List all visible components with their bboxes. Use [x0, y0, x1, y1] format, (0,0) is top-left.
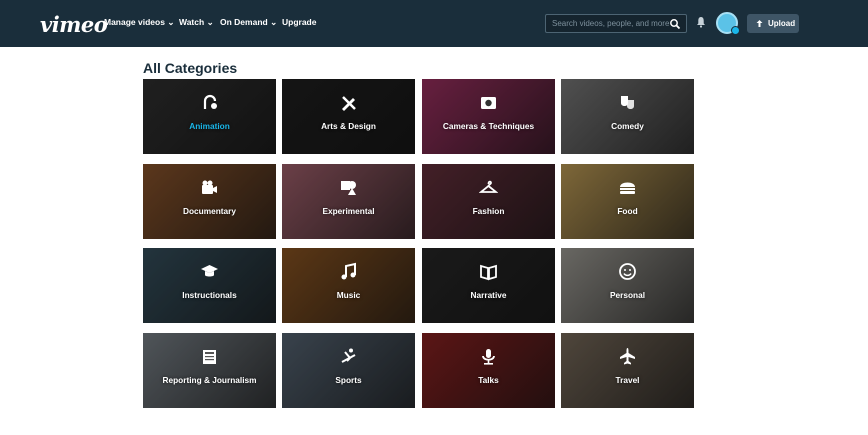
thumbnail-overlay — [282, 333, 415, 408]
newspaper-icon — [203, 350, 216, 364]
category-tile-narrative[interactable]: Narrative — [422, 248, 555, 323]
category-tile-animation[interactable]: Animation — [143, 79, 276, 154]
animation-icon — [203, 94, 217, 109]
thumbnail-overlay — [422, 79, 555, 154]
category-label: Cameras & Techniques — [442, 121, 535, 131]
nav-upgrade[interactable]: Upgrade — [282, 17, 316, 27]
category-label: Comedy — [611, 121, 644, 131]
brush-pencil-icon — [342, 96, 356, 111]
category-tile-comedy[interactable]: Comedy — [561, 79, 694, 154]
thumbnail-overlay — [422, 333, 555, 408]
thumbnail-overlay — [143, 248, 276, 323]
category-label: Travel — [615, 375, 640, 385]
thumbnail-overlay — [143, 164, 276, 239]
upload-icon — [756, 20, 763, 27]
thumbnail-overlay — [282, 164, 415, 239]
categories-grid: Animation Arts & Design Cameras & Techniqu… — [143, 79, 694, 409]
page-title: All Categories — [143, 60, 238, 76]
camera-icon — [481, 97, 496, 109]
category-label: Talks — [478, 375, 499, 385]
chevron-down-icon: ⌄ — [206, 17, 214, 27]
search-icon[interactable] — [669, 18, 681, 30]
category-label: Reporting & Journalism — [162, 375, 257, 385]
chevron-down-icon: ⌄ — [270, 17, 278, 27]
category-label: Animation — [189, 121, 230, 131]
category-tile-music[interactable]: Music — [282, 248, 415, 323]
thumbnail-overlay — [561, 164, 694, 239]
nav-upgrade-label: Upgrade — [282, 17, 317, 27]
upload-button-label: Upload — [768, 19, 796, 28]
thumbnail-overlay — [143, 333, 276, 408]
video-camera-icon — [202, 180, 217, 194]
category-tile-documentary[interactable]: Documentary — [143, 164, 276, 239]
bell-icon[interactable] — [696, 16, 706, 28]
category-label: Arts & Design — [321, 121, 376, 131]
category-label: Narrative — [470, 290, 507, 300]
nav-watch[interactable]: Watch ⌄ — [179, 17, 214, 28]
category-label: Instructionals — [182, 290, 237, 300]
category-tile-arts-and-design[interactable]: Arts & Design — [282, 79, 415, 154]
thumbnail-overlay — [561, 333, 694, 408]
search-placeholder: Search videos, people, and more — [552, 19, 670, 28]
category-tile-instructionals[interactable]: Instructionals — [143, 248, 276, 323]
vimeo-logo[interactable]: vimeo — [40, 12, 108, 37]
nav-on-demand[interactable]: On Demand ⌄ — [220, 17, 277, 28]
category-label: Documentary — [182, 206, 237, 216]
thumbnail-overlay — [422, 164, 555, 239]
airplane-icon — [620, 348, 635, 365]
category-tile-personal[interactable]: Personal — [561, 248, 694, 323]
thumbnail-overlay — [422, 248, 555, 323]
category-tile-talks[interactable]: Talks — [422, 333, 555, 408]
hanger-icon — [479, 180, 498, 193]
theater-masks-icon — [621, 96, 634, 109]
nav-manage-videos-label: Manage videos — [104, 17, 165, 27]
category-tile-food[interactable]: Food — [561, 164, 694, 239]
category-tile-fashion[interactable]: Fashion — [422, 164, 555, 239]
category-tile-experimental[interactable]: Experimental — [282, 164, 415, 239]
burger-icon — [620, 182, 635, 194]
category-tile-sports[interactable]: Sports — [282, 333, 415, 408]
microphone-icon — [482, 349, 495, 365]
top-navigation-bar: vimeo Manage videos ⌄ Watch ⌄ On Demand … — [0, 0, 868, 47]
category-label: Food — [617, 206, 638, 216]
chevron-down-icon: ⌄ — [167, 17, 175, 27]
avatar-status-icon — [731, 26, 740, 35]
thumbnail-overlay — [143, 79, 276, 154]
category-tile-reporting-and-journalism[interactable]: Reporting & Journalism — [143, 333, 276, 408]
thumbnail-overlay — [282, 248, 415, 323]
nav-manage-videos[interactable]: Manage videos ⌄ — [104, 17, 174, 28]
category-tile-cameras-and-techniques[interactable]: Cameras & Techniques — [422, 79, 555, 154]
upload-button[interactable]: Upload — [747, 14, 799, 33]
category-label: Music — [336, 290, 361, 300]
nav-watch-label: Watch — [179, 17, 205, 27]
category-label: Fashion — [472, 206, 505, 216]
graduation-cap-icon — [201, 265, 218, 277]
thumbnail-overlay — [561, 248, 694, 323]
book-icon — [480, 264, 497, 281]
category-label: Personal — [609, 290, 646, 300]
thumbnail-overlay — [561, 79, 694, 154]
smiley-icon — [619, 263, 636, 280]
ski-icon — [341, 348, 356, 363]
shapes-icon — [341, 181, 356, 195]
thumbnail-overlay — [282, 79, 415, 154]
music-note-icon — [341, 262, 356, 280]
category-label: Sports — [335, 375, 362, 385]
category-label: Experimental — [322, 206, 375, 216]
search-input[interactable]: Search videos, people, and more — [545, 14, 687, 33]
category-tile-travel[interactable]: Travel — [561, 333, 694, 408]
nav-on-demand-label: On Demand — [220, 17, 268, 27]
